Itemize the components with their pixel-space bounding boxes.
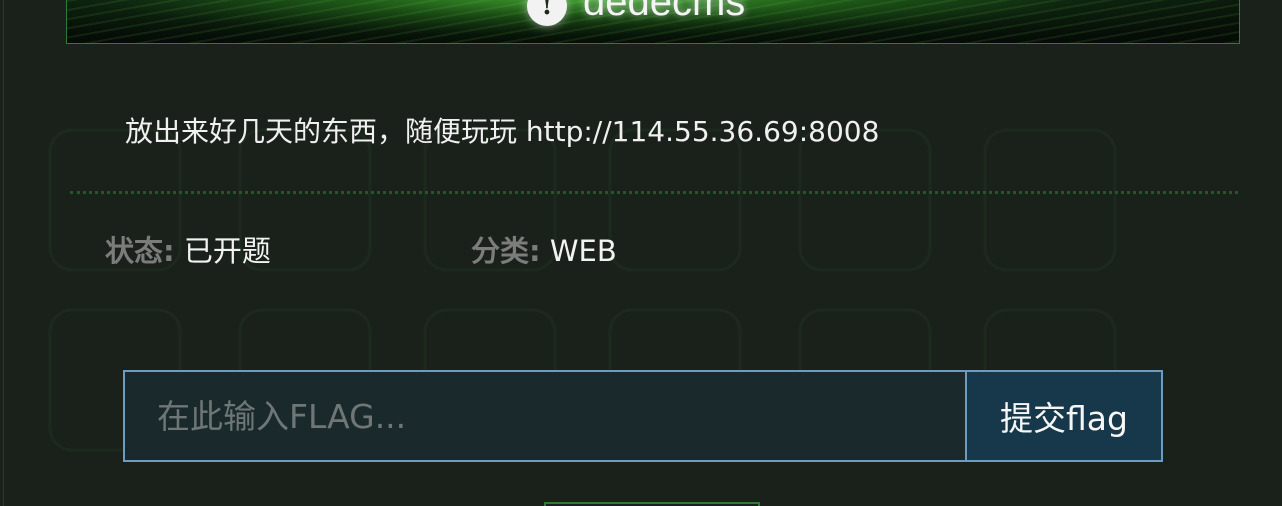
submit-flag-button[interactable]: 提交flag: [967, 370, 1163, 462]
divider: [70, 191, 1238, 194]
challenge-description: 放出来好几天的东西，随便玩玩 http://114.55.36.69:8008: [125, 115, 880, 148]
page-left-border: [3, 0, 4, 506]
bottom-button[interactable]: [544, 502, 760, 506]
challenge-title: dedecms: [583, 0, 746, 24]
category-field: 分类: WEB: [471, 228, 617, 270]
challenge-banner: ! dedecms: [66, 0, 1240, 44]
status-label: 状态:: [105, 234, 175, 268]
status-value: 已开题: [183, 234, 271, 268]
category-label: 分类:: [471, 234, 541, 268]
challenge-page: ! dedecms 放出来好几天的东西，随便玩玩 http://114.55.3…: [0, 0, 1282, 506]
flag-input[interactable]: [123, 370, 967, 462]
flag-submit-form: 提交flag: [123, 370, 1163, 462]
category-value: WEB: [549, 234, 617, 268]
status-field: 状态: 已开题: [105, 228, 271, 270]
